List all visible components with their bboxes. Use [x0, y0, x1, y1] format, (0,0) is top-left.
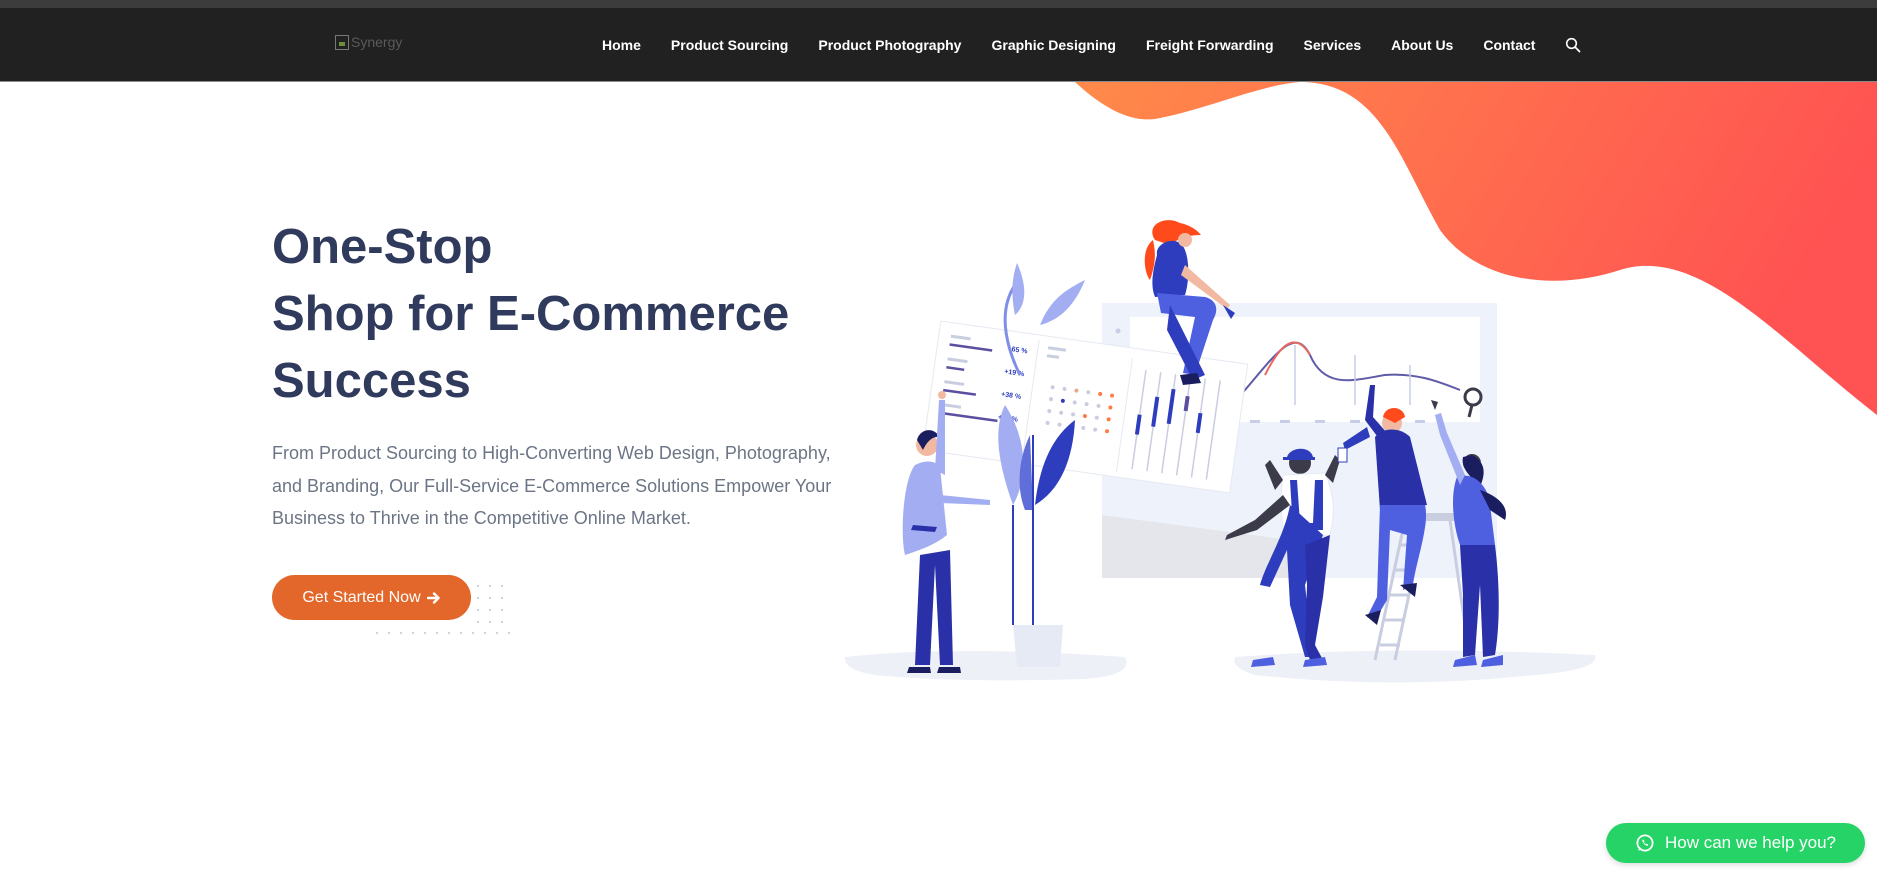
hero-title-line-1: One-Stop	[272, 220, 493, 274]
arrow-right-icon	[426, 591, 440, 604]
nav-contact[interactable]: Contact	[1483, 37, 1535, 53]
hero-illustration: +65 % +19 % +38 % +80 %	[844, 220, 1596, 683]
hero-title-line-2: Shop for E-Commerce	[272, 287, 790, 341]
get-started-label: Get Started Now	[302, 588, 421, 606]
nav-product-photography[interactable]: Product Photography	[818, 37, 961, 53]
logo-alt-text: Synergy	[351, 34, 403, 50]
search-icon[interactable]	[1565, 37, 1581, 53]
hero-title-line-3: Success	[272, 354, 471, 408]
hero-title: One-Stop Shop for E-Commerce Success	[272, 214, 912, 415]
nav-freight-forwarding[interactable]: Freight Forwarding	[1146, 37, 1274, 53]
whatsapp-label: How can we help you?	[1664, 833, 1837, 852]
broken-image-icon	[335, 34, 349, 50]
whatsapp-help-button[interactable]: How can we help you?	[1606, 823, 1865, 863]
nav-graphic-designing[interactable]: Graphic Designing	[991, 37, 1115, 53]
hero-description: From Product Sourcing to High-Converting…	[272, 443, 832, 528]
get-started-button[interactable]: Get Started Now	[272, 575, 471, 620]
whatsapp-icon	[1636, 834, 1654, 852]
nav-home[interactable]: Home	[602, 37, 641, 53]
nav-about-us[interactable]: About Us	[1391, 37, 1453, 53]
nav-product-sourcing[interactable]: Product Sourcing	[671, 37, 788, 53]
site-header: Synergy Home Product Sourcing Product Ph…	[0, 8, 1877, 82]
logo[interactable]: Synergy	[335, 34, 402, 50]
main-nav: Home Product Sourcing Product Photograph…	[602, 8, 1581, 82]
nav-services[interactable]: Services	[1304, 37, 1362, 53]
